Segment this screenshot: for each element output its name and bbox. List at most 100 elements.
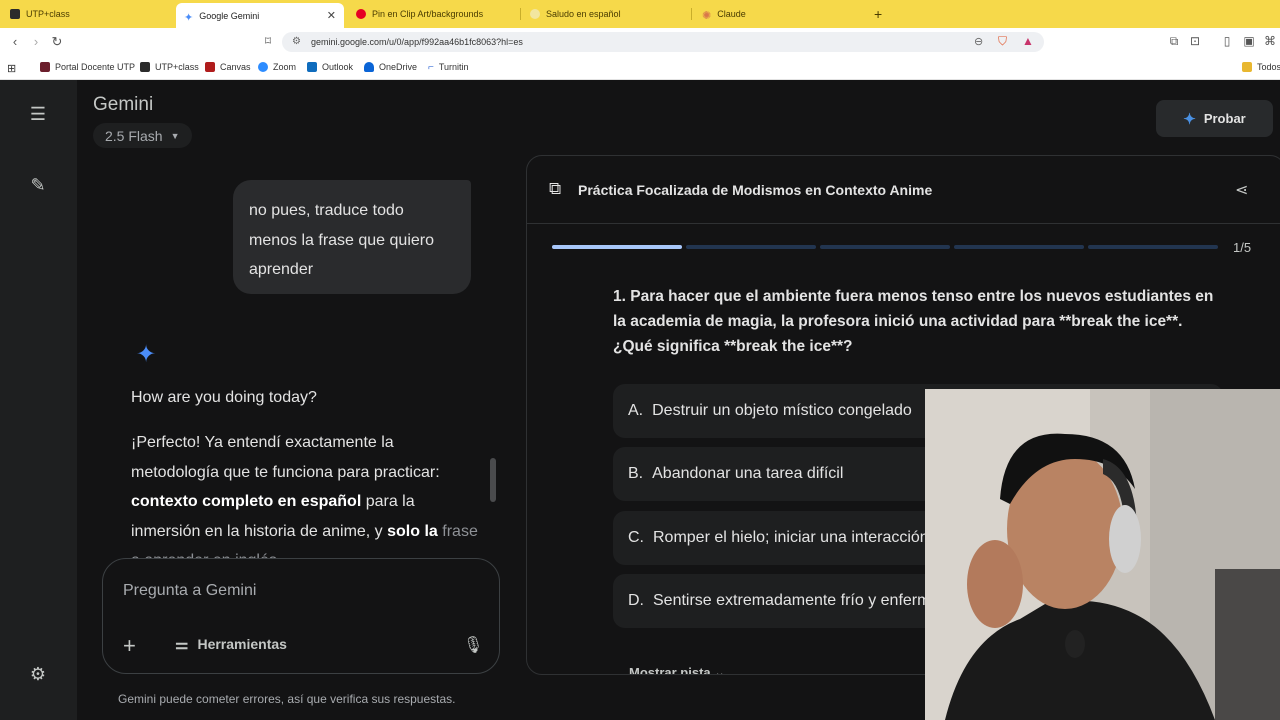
option-letter: D. — [628, 592, 644, 609]
forward-icon[interactable]: › — [28, 34, 44, 49]
bookmark-label: Portal Docente UTP — [55, 62, 136, 72]
close-tab-icon[interactable]: ✕ — [327, 9, 336, 22]
address-bar[interactable]: ⚙ gemini.google.com/u/0/app/f992aa46b1fc… — [282, 32, 1044, 52]
bookmark-portal-docente[interactable]: Portal Docente UTP — [40, 62, 135, 72]
tools-label: Herramientas — [197, 636, 287, 652]
bookmark-label: Outlook — [322, 62, 354, 72]
user-message-bubble: no pues, traduce todo menos la frase que… — [233, 180, 471, 294]
tab-divider — [691, 8, 692, 20]
bookmark-onedrive[interactable]: OneDrive — [364, 62, 417, 72]
plus-icon: + — [874, 6, 883, 22]
bookmark-utp-class[interactable]: UTP+class — [140, 62, 199, 72]
brave-shield-icon[interactable]: ⛉ — [998, 34, 1007, 49]
hint-label: Mostrar pista — [629, 665, 711, 675]
hamburger-menu-icon[interactable]: ☰ — [28, 104, 48, 125]
reply-bold-text: contexto completo en español — [131, 493, 362, 510]
option-letter: C. — [628, 529, 644, 546]
gemini-favicon-icon: ✦ — [184, 11, 194, 24]
side-rail: ☰ ✎ ⚙ — [0, 80, 77, 720]
folder-icon — [1242, 62, 1252, 72]
onedrive-icon — [364, 62, 374, 72]
claude-favicon-icon: ✺ — [702, 10, 712, 22]
chevron-down-icon: ▼ — [170, 130, 180, 141]
browser-tab-strip: UTP+class ✦ Google Gemini ✕ Pin en Clip … — [0, 0, 1280, 28]
prompt-composer: Pregunta a Gemini + ⚌ Herramientas 🎙 — [102, 558, 500, 674]
tab-label: Saludo en español — [546, 9, 621, 19]
tab-claude[interactable]: ✺ Claude — [694, 3, 864, 25]
rewards-icon[interactable]: ▲ — [1022, 34, 1034, 48]
tab-utp-class[interactable]: UTP+class — [2, 3, 172, 25]
zoom-app-icon — [258, 62, 268, 72]
progress-segment — [954, 245, 1084, 249]
utp-icon — [40, 62, 50, 72]
sidebar-toggle-icon[interactable]: ▯ — [1219, 34, 1235, 48]
pinterest-favicon-icon — [356, 9, 366, 19]
quiz-title: Práctica Focalizada de Modismos en Conte… — [578, 182, 933, 198]
turnitin-icon: ⌐ — [428, 62, 434, 73]
progress-segment — [1088, 245, 1218, 249]
prompt-input[interactable]: Pregunta a Gemini — [123, 582, 256, 600]
option-text: Destruir un objeto místico congelado — [652, 402, 912, 419]
site-info-icon[interactable]: ⚙ — [292, 36, 301, 47]
quiz-question: 1. Para hacer que el ambiente fuera meno… — [613, 288, 1214, 355]
menu-icon[interactable]: ⌘ — [1262, 34, 1278, 48]
webcam-overlay — [925, 389, 1280, 720]
bookmark-label: Canvas — [220, 62, 251, 72]
model-selector[interactable]: 2.5 Flash ▼ — [93, 123, 192, 148]
bookmark-label: Todos — [1257, 62, 1280, 72]
settings-gear-icon[interactable]: ⚙ — [28, 664, 48, 685]
quiz-icon: ⧉ — [549, 179, 562, 198]
chat-scrollbar[interactable] — [490, 458, 496, 502]
apps-grid-icon[interactable]: ⊞ — [7, 62, 16, 75]
chat-favicon-icon — [530, 9, 540, 19]
reply-intro: How are you doing today? — [131, 389, 317, 406]
bookmark-zoom[interactable]: Zoom — [258, 62, 296, 72]
bookmark-label: Turnitin — [438, 62, 469, 72]
bookmark-label: OneDrive — [379, 62, 418, 72]
utp-favicon-icon — [10, 9, 20, 19]
bookmark-turnitin[interactable]: ⌐ Turnitin — [428, 62, 469, 73]
bookmark-outlook[interactable]: Outlook — [307, 62, 353, 72]
utp-class-icon — [140, 62, 150, 72]
bookmarks-bar: ⊞ Portal Docente UTP UTP+class Canvas Zo… — [0, 56, 1280, 80]
new-chat-icon[interactable]: ✎ — [28, 175, 48, 196]
progress-count: 1/5 — [1233, 240, 1252, 255]
tab-pinterest[interactable]: Pin en Clip Art/backgrounds — [348, 3, 518, 25]
reload-icon[interactable]: ↻ — [49, 34, 65, 50]
zoom-icon[interactable]: ⊖ — [974, 35, 983, 48]
tools-sliders-icon: ⚌ — [175, 636, 189, 653]
reply-bold-text: solo la — [387, 522, 438, 540]
downloads-icon[interactable]: ⊡ — [1187, 34, 1203, 48]
wallet-icon[interactable]: ▣ — [1241, 34, 1257, 48]
tab-saludo[interactable]: Saludo en español — [522, 3, 692, 25]
model-label: 2.5 Flash — [105, 127, 163, 144]
progress-segment — [820, 245, 950, 249]
option-text: Romper el hielo; iniciar una interacción — [653, 529, 929, 546]
share-icon[interactable]: ⋖ — [1235, 180, 1248, 200]
chevron-down-icon: ⌄ — [714, 665, 726, 675]
bookmark-canvas[interactable]: Canvas — [205, 62, 251, 72]
option-text: Sentirse extremadamente frío y enfermo — [653, 592, 940, 609]
progress-segment — [552, 245, 682, 249]
bookmark-icon[interactable]: ⌑ — [260, 34, 276, 48]
tools-button[interactable]: ⚌ Herramientas — [175, 635, 287, 653]
tab-divider — [520, 8, 521, 20]
disclaimer-text: Gemini puede cometer errores, así que ve… — [118, 692, 456, 706]
new-tab-button[interactable]: + — [866, 3, 890, 25]
try-label: Probar — [1203, 111, 1246, 126]
url-text: gemini.google.com/u/0/app/f992aa46b1fc80… — [311, 37, 523, 47]
add-attachment-icon[interactable]: + — [123, 633, 136, 659]
option-text: Abandonar una tarea difícil — [652, 465, 844, 482]
tab-google-gemini[interactable]: ✦ Google Gemini ✕ — [176, 3, 344, 28]
bookmark-folder-todos[interactable]: Todos — [1242, 62, 1280, 72]
bookmark-label: UTP+class — [155, 62, 199, 72]
webcam-person-image — [925, 389, 1280, 720]
try-button[interactable]: ✦ Probar — [1156, 100, 1273, 137]
show-hint-button[interactable]: Mostrar pista ⌄ — [629, 665, 726, 675]
tab-label: UTP+class — [26, 9, 70, 19]
extensions-icon[interactable]: ⧉ — [1166, 34, 1182, 49]
option-letter: A. — [628, 402, 644, 419]
back-icon[interactable]: ‹ — [7, 34, 23, 49]
microphone-icon[interactable]: 🎙 — [463, 635, 483, 655]
reply-text: ¡Perfecto! Ya entendí exactamente la met… — [131, 434, 440, 481]
